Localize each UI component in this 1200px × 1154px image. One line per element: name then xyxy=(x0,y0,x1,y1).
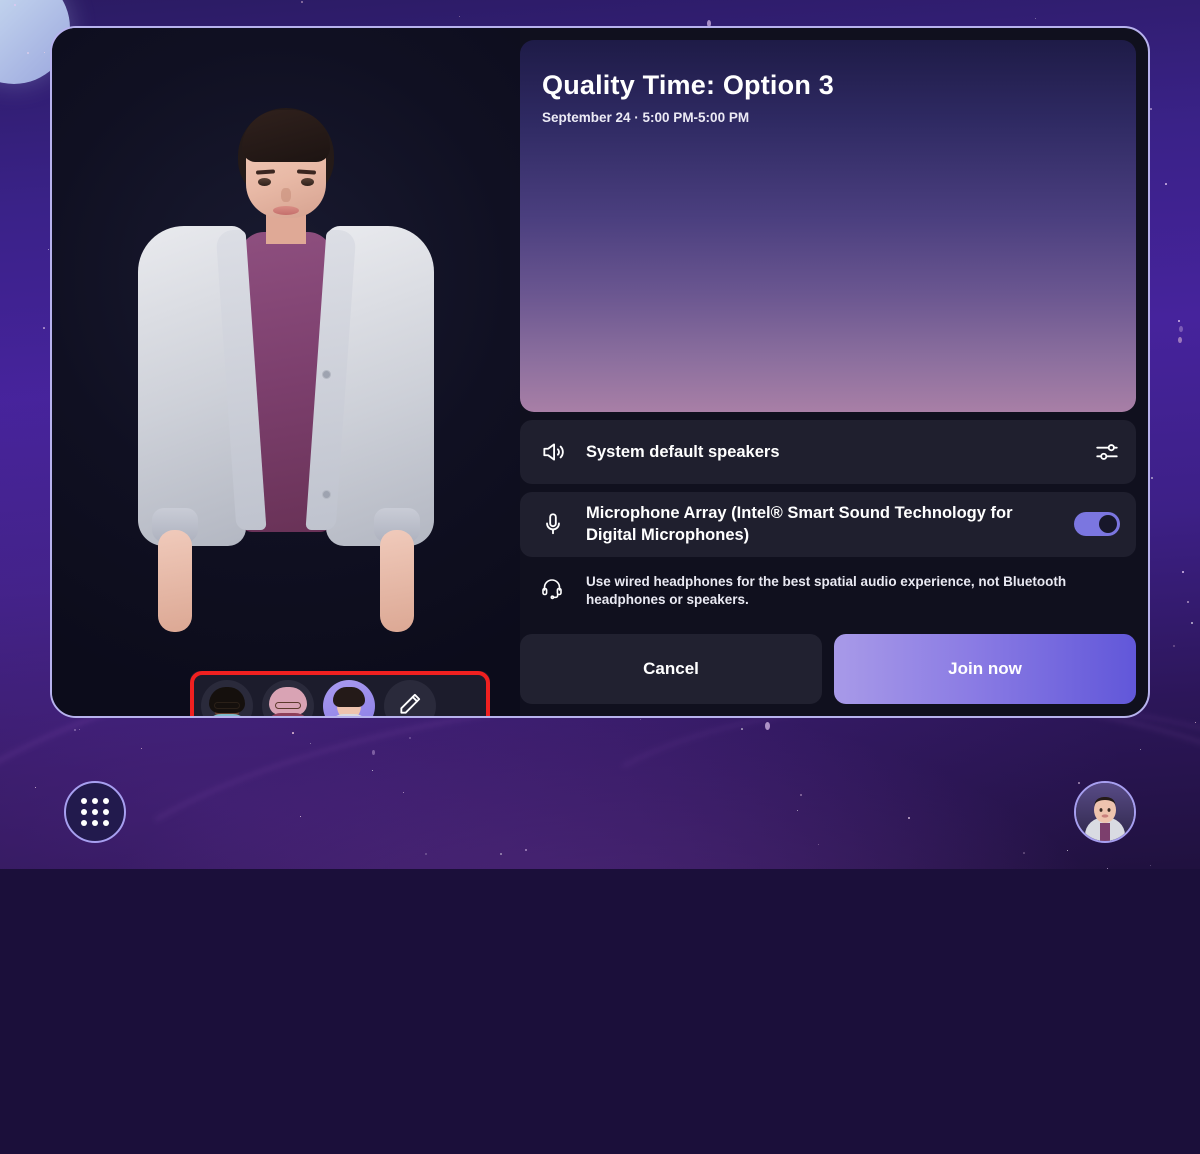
avatar-thumb-hair xyxy=(209,687,245,713)
avatar-option-2[interactable] xyxy=(262,680,314,718)
page-title: Quality Time: Option 3 xyxy=(542,70,1106,101)
avatar-figure xyxy=(52,100,520,660)
microphone-toggle[interactable] xyxy=(1074,512,1120,536)
meeting-datetime: September 24 · 5:00 PM-5:00 PM xyxy=(542,110,1106,125)
avatar-chooser xyxy=(190,671,490,718)
profile-avatar-button[interactable] xyxy=(1074,781,1136,843)
avatar-eye xyxy=(301,178,314,186)
avatar-button-dot xyxy=(322,490,331,499)
join-now-button[interactable]: Join now xyxy=(834,634,1136,704)
toggle-knob xyxy=(1099,515,1117,533)
speaker-device-row[interactable]: System default speakers xyxy=(520,420,1136,484)
avatar-chooser-strip xyxy=(190,671,490,718)
avatar-hand-left xyxy=(158,530,192,632)
cancel-button[interactable]: Cancel xyxy=(520,634,822,704)
audio-settings-sliders-icon[interactable] xyxy=(1094,439,1120,465)
microphone-label: Microphone Array (Intel® Smart Sound Tec… xyxy=(580,492,1074,557)
speaker-icon xyxy=(540,439,580,465)
avatar-thumb-body xyxy=(265,713,311,718)
avatar-thumb-hair xyxy=(333,687,365,707)
avatar-brow xyxy=(297,169,316,174)
avatar-button-dot xyxy=(322,370,331,379)
avatar-eye xyxy=(258,178,271,186)
avatar-option-1[interactable] xyxy=(201,680,253,718)
join-meeting-dialog: Quality Time: Option 3 September 24 · 5:… xyxy=(50,26,1150,718)
meeting-preview-area: Quality Time: Option 3 September 24 · 5:… xyxy=(520,40,1136,412)
meeting-settings-panel: Quality Time: Option 3 September 24 · 5:… xyxy=(520,28,1148,716)
spatial-audio-hint: Use wired headphones for the best spatia… xyxy=(520,567,1136,615)
spatial-audio-hint-text: Use wired headphones for the best spatia… xyxy=(580,573,1120,609)
dialog-actions: Cancel Join now xyxy=(520,620,1136,704)
avatar-thumb-body xyxy=(328,714,370,718)
avatar-thumb-hair xyxy=(269,687,307,715)
avatar-thumb-glasses xyxy=(214,702,240,709)
microphone-icon xyxy=(540,511,580,537)
avatar-thumb-body xyxy=(205,714,249,718)
pencil-icon xyxy=(397,691,423,719)
edit-avatar-button[interactable] xyxy=(384,680,436,718)
avatar-thumb-shirt xyxy=(341,716,357,718)
speaker-label: System default speakers xyxy=(580,431,1094,473)
apps-grid-button[interactable] xyxy=(64,781,126,843)
toggle-track[interactable] xyxy=(1074,512,1120,536)
avatar-option-3[interactable] xyxy=(323,680,375,718)
avatar-nose xyxy=(281,188,291,202)
avatar-mouth xyxy=(273,206,299,215)
avatar-hair xyxy=(242,110,330,162)
headset-icon xyxy=(540,576,580,605)
avatar-hand-right xyxy=(380,530,414,632)
avatar-preview-panel xyxy=(52,28,520,716)
avatar-brow xyxy=(256,169,275,174)
avatar-thumb-glasses xyxy=(275,702,301,709)
microphone-device-row[interactable]: Microphone Array (Intel® Smart Sound Tec… xyxy=(520,492,1136,557)
apps-grid-icon xyxy=(81,798,109,826)
